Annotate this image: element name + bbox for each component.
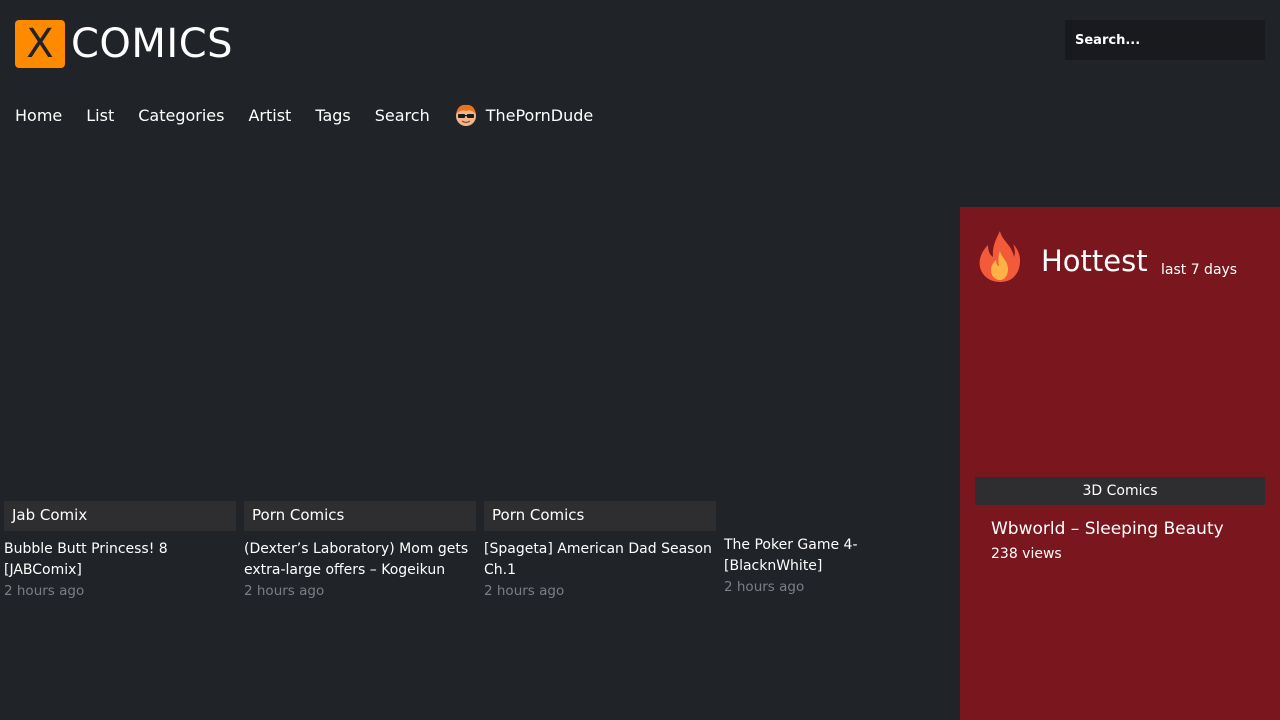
card-title[interactable]: [Spageta] American Dad Season Ch.1 xyxy=(484,539,716,581)
card-title[interactable]: The Poker Game 4- [BlacknWhite] xyxy=(724,535,956,577)
nav-theporndude[interactable]: ThePornDude xyxy=(454,103,594,127)
card-time: 2 hours ago xyxy=(724,579,805,595)
card-title[interactable]: (Dexter’s Laboratory) Mom gets extra-lar… xyxy=(244,539,476,581)
logo-text: COMICS xyxy=(71,21,234,67)
comic-card: Jab Comix Bubble Butt Princess! 8 [JABCo… xyxy=(4,501,236,602)
card-time: 2 hours ago xyxy=(4,583,85,599)
hottest-item-views: 238 views xyxy=(991,546,1062,562)
nav-list[interactable]: List xyxy=(86,106,114,125)
comic-card: Porn Comics (Dexter’s Laboratory) Mom ge… xyxy=(244,501,476,602)
card-category[interactable]: Porn Comics xyxy=(484,501,716,531)
card-time: 2 hours ago xyxy=(484,583,565,599)
flame-icon xyxy=(979,231,1021,282)
hottest-item-title[interactable]: Wbworld – Sleeping Beauty xyxy=(991,519,1224,539)
card-time: 2 hours ago xyxy=(244,583,325,599)
nav-tags[interactable]: Tags xyxy=(315,106,350,125)
search-input[interactable] xyxy=(1065,20,1265,60)
nav-theporndude-label: ThePornDude xyxy=(485,105,594,125)
nav-search[interactable]: Search xyxy=(375,106,430,125)
site-logo[interactable]: X COMICS xyxy=(15,20,233,68)
nav-categories[interactable]: Categories xyxy=(138,106,224,125)
nav-home[interactable]: Home xyxy=(15,106,62,125)
main-nav: Home List Categories Artist Tags Search … xyxy=(15,102,617,128)
card-title[interactable]: Bubble Butt Princess! 8 [JABComix] xyxy=(4,539,236,581)
card-category[interactable]: Porn Comics xyxy=(244,501,476,531)
hottest-item-category[interactable]: 3D Comics xyxy=(975,477,1265,505)
nav-artist[interactable]: Artist xyxy=(248,106,291,125)
card-category[interactable]: Jab Comix xyxy=(4,501,236,531)
comic-card: The Poker Game 4- [BlacknWhite] 2 hours … xyxy=(724,535,956,598)
logo-mark: X xyxy=(15,20,65,68)
comic-card: Porn Comics [Spageta] American Dad Seaso… xyxy=(484,501,716,602)
porn-dude-avatar-icon xyxy=(455,104,476,126)
hottest-title: Hottest xyxy=(1041,244,1148,278)
hottest-subtitle: last 7 days xyxy=(1161,262,1238,278)
hottest-sidebar: Hottest last 7 days 3D Comics Wbworld – … xyxy=(960,207,1280,720)
